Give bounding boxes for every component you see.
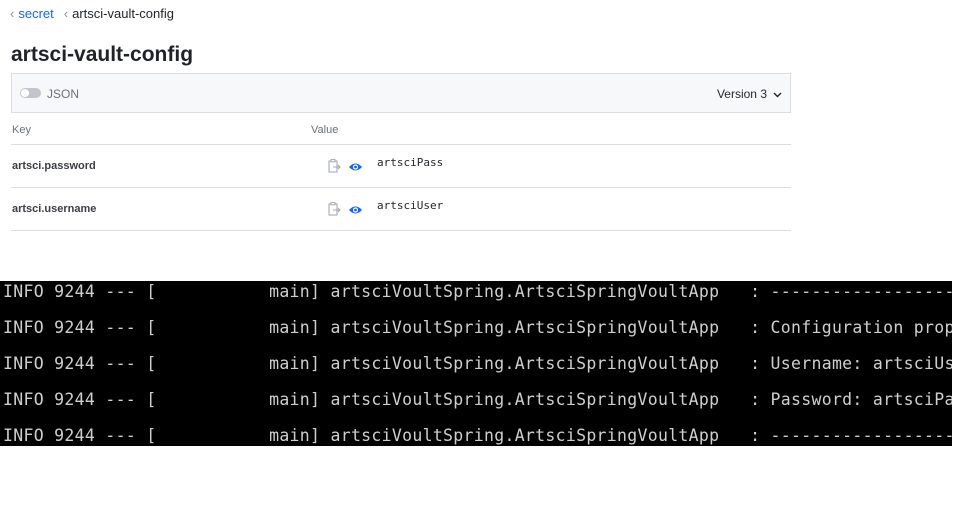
- console-line: INFO 9244 --- [ main] artsciVoultSpring.…: [3, 354, 952, 373]
- value-column-header: Value: [311, 124, 339, 136]
- console-output: INFO 9244 --- [ main] artsciVoultSpring.…: [0, 281, 952, 446]
- secret-value: artsciUser: [377, 199, 444, 212]
- console-line: INFO 9244 --- [ main] artsciVoultSpring.…: [3, 390, 952, 409]
- eye-icon[interactable]: [348, 160, 363, 172]
- chevron-left-icon: ‹: [63, 6, 69, 21]
- chevron-down-icon: [773, 87, 782, 101]
- json-toggle-label: JSON: [47, 87, 80, 101]
- json-toggle[interactable]: [20, 88, 41, 98]
- version-label: Version 3: [716, 87, 767, 101]
- copy-icon[interactable]: [328, 159, 341, 173]
- table-row: artsci.password artsciPass: [11, 145, 791, 188]
- key-column-header: Key: [12, 124, 31, 136]
- page-title: artsci-vault-config: [11, 43, 194, 66]
- secret-toolbar: JSON Version 3: [11, 73, 791, 113]
- console-line: INFO 9244 --- [ main] artsciVoultSpring.…: [3, 282, 952, 301]
- breadcrumb-current: artsci-vault-config: [72, 6, 174, 21]
- secret-key: artsci.password: [12, 160, 96, 172]
- table-row: artsci.username artsciUser: [11, 188, 791, 231]
- copy-icon[interactable]: [328, 202, 341, 216]
- toggle-knob: [21, 89, 29, 97]
- chevron-left-icon: ‹: [10, 6, 15, 21]
- breadcrumb: ‹ secret ‹ artsci-vault-config: [10, 6, 174, 21]
- breadcrumb-link-secret[interactable]: secret: [18, 6, 53, 21]
- console-line: INFO 9244 --- [ main] artsciVoultSpring.…: [3, 426, 952, 445]
- secret-table: Key Value artsci.password artsciPass art…: [11, 114, 791, 231]
- eye-icon[interactable]: [348, 203, 363, 215]
- table-header: Key Value: [11, 114, 791, 145]
- version-dropdown[interactable]: Version 3: [717, 87, 782, 101]
- console-line: INFO 9244 --- [ main] artsciVoultSpring.…: [3, 318, 952, 337]
- secret-value: artsciPass: [377, 156, 444, 169]
- secret-key: artsci.username: [12, 203, 97, 215]
